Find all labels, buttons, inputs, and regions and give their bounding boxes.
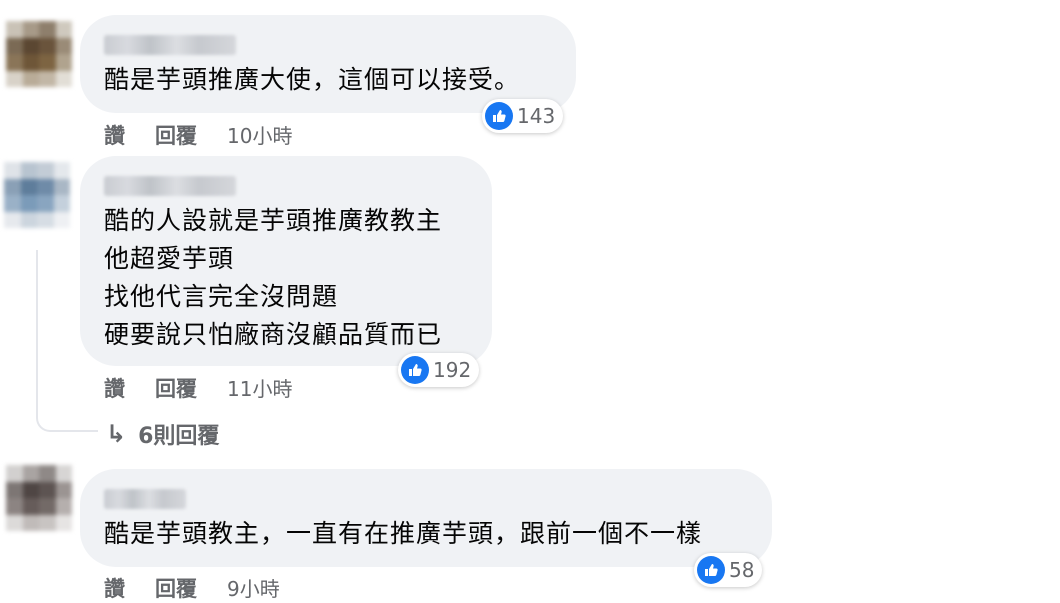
comment-text: 酷是芋頭教主，一直有在推廣芋頭，跟前一個不一樣 [104, 519, 703, 548]
comment-actions: 讚 回覆 11小時 [104, 373, 292, 403]
comment-actions: 讚 回覆 9小時 [104, 573, 280, 603]
reply-button[interactable]: 回覆 [155, 373, 197, 403]
reply-button[interactable]: 回覆 [155, 573, 197, 603]
timestamp[interactable]: 10小時 [227, 120, 292, 149]
avatar[interactable] [6, 465, 72, 531]
view-replies-button[interactable]: ↳ 6則回覆 [106, 418, 219, 450]
thumbs-up-icon [485, 102, 513, 130]
author-name[interactable] [104, 489, 186, 509]
reaction-count[interactable]: 192 [398, 353, 480, 387]
author-name[interactable] [104, 176, 236, 196]
like-button[interactable]: 讚 [104, 373, 125, 403]
thread-connector [36, 250, 98, 432]
like-count: 192 [433, 358, 472, 382]
reaction-count[interactable]: 58 [694, 553, 763, 587]
avatar[interactable] [4, 162, 70, 228]
comment-text: 酷的人設就是芋頭推廣教教主 他超愛芋頭 找他代言完全沒問題 硬要說只怕廠商沒顧品… [104, 206, 443, 349]
like-count: 143 [517, 104, 556, 128]
timestamp[interactable]: 11小時 [227, 373, 292, 402]
like-button[interactable]: 讚 [104, 573, 125, 603]
like-count: 58 [729, 558, 755, 582]
view-replies-label: 6則回覆 [138, 424, 220, 449]
reply-button[interactable]: 回覆 [155, 120, 197, 150]
avatar[interactable] [6, 21, 72, 87]
comment-bubble: 酷是芋頭教主，一直有在推廣芋頭，跟前一個不一樣 [80, 469, 772, 567]
comment-text: 酷是芋頭推廣大使，這個可以接受。 [104, 65, 521, 94]
comment-bubble: 酷的人設就是芋頭推廣教教主 他超愛芋頭 找他代言完全沒問題 硬要說只怕廠商沒顧品… [80, 156, 492, 366]
reaction-count[interactable]: 143 [482, 99, 564, 133]
thumbs-up-icon [401, 356, 429, 384]
author-name[interactable] [104, 35, 236, 55]
reply-arrow-icon: ↳ [106, 420, 127, 448]
like-button[interactable]: 讚 [104, 120, 125, 150]
timestamp[interactable]: 9小時 [227, 573, 280, 602]
comment-actions: 讚 回覆 10小時 [104, 120, 292, 150]
thumbs-up-icon [697, 556, 725, 584]
